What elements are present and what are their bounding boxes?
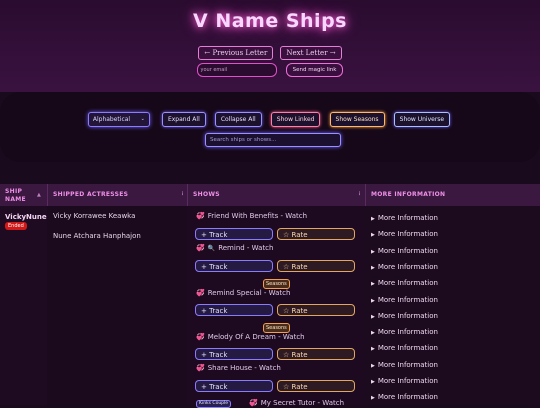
shows-header: SHOWS bbox=[193, 191, 220, 198]
heart-icon: 💞 bbox=[196, 212, 205, 220]
more-info-label: More Information bbox=[377, 262, 438, 271]
column-divider bbox=[187, 184, 188, 206]
actress-item[interactable]: Vicky Korrawee Keawka bbox=[53, 212, 135, 220]
heart-icon: 💞 bbox=[196, 364, 205, 372]
more-info-toggle[interactable]: ▶ More Information bbox=[371, 377, 438, 385]
collapse-all-button[interactable]: Collapse All bbox=[214, 112, 262, 127]
show-item[interactable]: 💞 Remind Special - Watch bbox=[196, 289, 290, 297]
rate-button[interactable]: ☆ Rate bbox=[277, 380, 355, 392]
triangle-right-icon: ▶ bbox=[371, 395, 375, 402]
more-info-toggle[interactable]: ▶ More Information bbox=[371, 279, 438, 287]
send-magic-link-button[interactable]: Send magic link bbox=[285, 62, 344, 77]
previous-letter-button[interactable]: ← Previous Letter bbox=[198, 46, 274, 60]
status-badge: Ended bbox=[5, 222, 27, 230]
triangle-right-icon: ▶ bbox=[371, 216, 375, 222]
heart-icon: 💞 bbox=[196, 244, 205, 252]
triangle-right-icon: ▶ bbox=[371, 346, 375, 353]
rate-button[interactable]: ☆ Rate bbox=[277, 304, 355, 316]
show-item[interactable]: 💞 My Secret Tutor - Watch bbox=[249, 399, 344, 407]
show-universe-button[interactable]: Show Universe bbox=[393, 112, 451, 127]
triangle-right-icon: ▶ bbox=[371, 313, 375, 320]
more-info-label: More Information bbox=[377, 393, 438, 402]
more-info-toggle[interactable]: ▶ More Information bbox=[371, 263, 438, 271]
more-info-label: More Information bbox=[377, 279, 438, 288]
more-info-label: More Information bbox=[377, 295, 438, 304]
rate-button[interactable]: ☆ Rate bbox=[277, 348, 355, 360]
show-linked-button[interactable]: Show Linked bbox=[270, 112, 321, 127]
page-title: V Name Ships bbox=[193, 10, 347, 32]
table-body: VickyNune Ended Vicky Korrawee Keawka Nu… bbox=[0, 206, 540, 408]
actresses-header: SHIPPED ACTRESSES bbox=[53, 191, 129, 198]
show-item[interactable]: 💞 Friend With Benefits - Watch bbox=[196, 212, 307, 220]
rate-button[interactable]: ☆ Rate bbox=[277, 260, 355, 272]
more-info-toggle[interactable]: ▶ More Information bbox=[371, 296, 438, 304]
sort-select[interactable]: Alphabetical ⌄ bbox=[87, 112, 150, 127]
track-button[interactable]: + Track bbox=[195, 228, 273, 240]
more-info-label: More Information bbox=[377, 360, 438, 369]
email-field[interactable]: your email bbox=[196, 62, 277, 77]
ship-name-cell: VickyNune Ended bbox=[0, 206, 47, 405]
page-header: V Name Ships ← Previous Letter Next Lett… bbox=[0, 0, 540, 92]
more-info-label: More Information bbox=[377, 344, 438, 353]
sort-select-value: Alphabetical bbox=[92, 116, 131, 123]
more-info-header: MORE INFORMATION bbox=[371, 191, 446, 198]
more-info-label: More Information bbox=[377, 230, 438, 239]
table-header: SHIP NAME ▲ SHIPPED ACTRESSES ⋮ SHOWS ⋮ … bbox=[0, 184, 540, 206]
triangle-right-icon: ▶ bbox=[371, 232, 375, 239]
more-info-toggle[interactable]: ▶ More Information bbox=[371, 328, 438, 336]
more-info-toggle[interactable]: ▶ More Information bbox=[371, 230, 438, 238]
track-button[interactable]: + Track bbox=[195, 348, 273, 360]
more-info-toggle[interactable]: ▶ More Information bbox=[371, 312, 438, 320]
triangle-right-icon: ▶ bbox=[371, 297, 375, 304]
ship-name[interactable]: VickyNune bbox=[5, 213, 47, 221]
more-info-toggle[interactable]: ▶ More Information bbox=[371, 214, 438, 222]
more-info-label: More Information bbox=[377, 328, 438, 337]
menu-dots-icon[interactable]: ⋮ bbox=[357, 191, 362, 197]
shows-cell: 💞 Friend With Benefits - Watch + Track ☆ … bbox=[187, 206, 365, 408]
letter-nav: ← Previous Letter Next Letter → bbox=[0, 40, 540, 60]
actresses-cell: Vicky Korrawee Keawka Nune Atchara Hanph… bbox=[47, 206, 187, 405]
show-seasons-button[interactable]: Show Seasons bbox=[329, 112, 385, 127]
triangle-right-icon: ▶ bbox=[371, 330, 375, 337]
menu-dots-icon[interactable]: ⋮ bbox=[180, 191, 185, 197]
chevron-down-icon: ⌄ bbox=[140, 116, 145, 122]
triangle-right-icon: ▶ bbox=[371, 281, 375, 288]
track-button[interactable]: + Track bbox=[195, 304, 273, 316]
more-info-label: More Information bbox=[377, 214, 438, 222]
search-icon: 🔍 bbox=[207, 245, 216, 252]
column-divider bbox=[365, 184, 366, 206]
seasons-badge: Seasons bbox=[263, 323, 290, 333]
more-info-toggle[interactable]: ▶ More Information bbox=[371, 247, 438, 255]
more-info-cell: ▶ More Information ▶ More Information ▶ More … bbox=[365, 206, 540, 405]
more-info-label: More Information bbox=[377, 377, 438, 385]
heart-icon: 💞 bbox=[196, 333, 205, 341]
expand-all-button[interactable]: Expand All bbox=[161, 112, 206, 127]
kinks-couple-badge: Kinks Couple bbox=[196, 400, 232, 408]
rate-button[interactable]: ☆ Rate bbox=[277, 228, 355, 240]
show-item[interactable]: 💞 🔍 Remind - Watch bbox=[196, 244, 273, 252]
triangle-right-icon: ▶ bbox=[371, 362, 375, 369]
email-row: your email Send magic link bbox=[0, 59, 540, 78]
more-info-toggle[interactable]: ▶ More Information bbox=[371, 344, 438, 352]
sort-arrow-icon[interactable]: ▲ bbox=[37, 192, 41, 198]
triangle-right-icon: ▶ bbox=[371, 379, 375, 385]
show-item[interactable]: 💞 Melody Of A Dream - Watch bbox=[196, 333, 305, 341]
controls-row: Alphabetical ⌄ Expand All Collapse All S… bbox=[0, 109, 540, 128]
more-info-toggle[interactable]: ▶ More Information bbox=[371, 393, 438, 401]
more-info-label: More Information bbox=[377, 311, 438, 320]
next-letter-button[interactable]: Next Letter → bbox=[280, 46, 342, 60]
triangle-right-icon: ▶ bbox=[371, 248, 375, 255]
track-button[interactable]: + Track bbox=[195, 380, 273, 392]
triangle-right-icon: ▶ bbox=[371, 264, 375, 271]
actress-item[interactable]: Nune Atchara Hanphajon bbox=[53, 232, 141, 240]
column-divider bbox=[47, 184, 48, 206]
heart-icon: 💞 bbox=[249, 399, 258, 407]
more-info-toggle[interactable]: ▶ More Information bbox=[371, 361, 438, 369]
show-item[interactable]: 💞 Share House - Watch bbox=[196, 364, 281, 372]
heart-icon: 💞 bbox=[196, 289, 205, 297]
track-button[interactable]: + Track bbox=[195, 260, 273, 272]
seasons-badge: Seasons bbox=[263, 279, 290, 289]
search-input[interactable]: Search ships or shows... bbox=[205, 133, 341, 147]
more-info-label: More Information bbox=[377, 246, 438, 255]
